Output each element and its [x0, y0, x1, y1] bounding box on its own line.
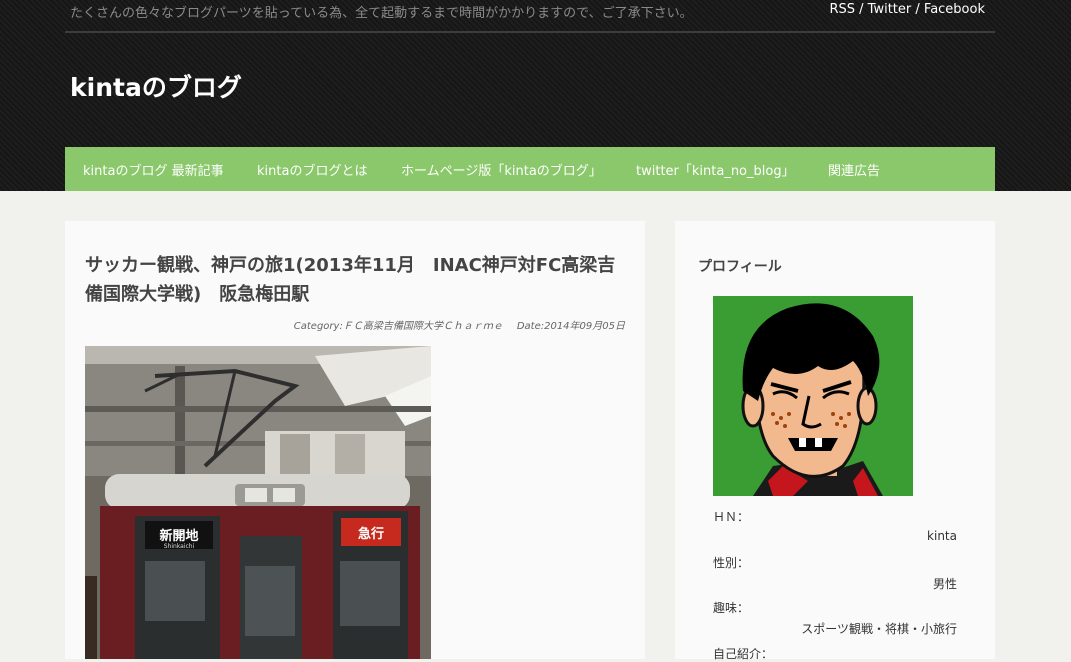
photo-destination-text: 新開地	[159, 528, 198, 544]
post-category[interactable]: Category:ＦＣ高梁吉備国際大学Ｃｈａｒｍｅ	[294, 321, 503, 332]
post-photo[interactable]: 新開地 Shinkaichi 急行	[85, 346, 431, 659]
twitter-link[interactable]: Twitter	[868, 2, 912, 17]
profile-gender-value: 男性	[932, 577, 957, 591]
header-notice: たくさんの色々なブログパーツを貼っている為、全て起動するまで時間がかかりますので…	[70, 6, 693, 21]
photo-destination-romaji: Shinkaichi	[164, 543, 195, 550]
nav-item-latest[interactable]: kintaのブログ 最新記事	[83, 160, 224, 179]
profile-avatar	[713, 296, 913, 496]
profile-hobby-value: スポーツ観戦・将棋・小旅行	[801, 622, 957, 636]
facebook-link[interactable]: Facebook	[924, 2, 985, 17]
post-meta: Category:ＦＣ高梁吉備国際大学Ｃｈａｒｍｅ Date:2014年09月05…	[294, 317, 625, 332]
profile-hn-value: kinta	[927, 529, 957, 543]
main-nav: kintaのブログ 最新記事 kintaのブログとは ホームページ版「kinta…	[65, 147, 995, 191]
profile-gender-label: 性別：	[713, 556, 750, 570]
site-title[interactable]: kintaのブログ	[70, 68, 242, 104]
nav-item-homepage[interactable]: ホームページ版「kintaのブログ」	[401, 160, 602, 179]
photo-type-text: 急行	[358, 526, 384, 542]
nav-item-ads[interactable]: 関連広告	[828, 160, 880, 179]
link-separator: /	[855, 2, 868, 17]
header-divider	[65, 31, 995, 33]
social-links: RSS / Twitter / Facebook	[829, 2, 985, 17]
profile-intro-label: 自己紹介：	[713, 647, 774, 661]
post-date: Date:2014年09月05日	[516, 321, 625, 332]
profile-hn-label: ＨＮ：	[713, 510, 750, 524]
avatar-illustration	[713, 296, 913, 496]
sidebar: プロフィール ＨＮ： kinta 性別： 男性 趣味： スポーツ観戦・将棋・小旅…	[675, 221, 995, 661]
profile-title: プロフィール	[698, 259, 782, 275]
rss-link[interactable]: RSS	[829, 2, 855, 17]
profile-hobby-label: 趣味：	[713, 601, 750, 615]
nav-item-about[interactable]: kintaのブログとは	[257, 160, 367, 179]
train-photo-illustration: 新開地 Shinkaichi 急行	[85, 346, 431, 659]
nav-item-twitter[interactable]: twitter「kinta_no_blog」	[636, 160, 795, 179]
main-content: サッカー観戦、神戸の旅1(2013年11月 INAC神戸対FC高梁吉備国際大学戦…	[65, 221, 645, 659]
link-separator: /	[911, 2, 924, 17]
post-title[interactable]: サッカー観戦、神戸の旅1(2013年11月 INAC神戸対FC高梁吉備国際大学戦…	[85, 251, 630, 309]
